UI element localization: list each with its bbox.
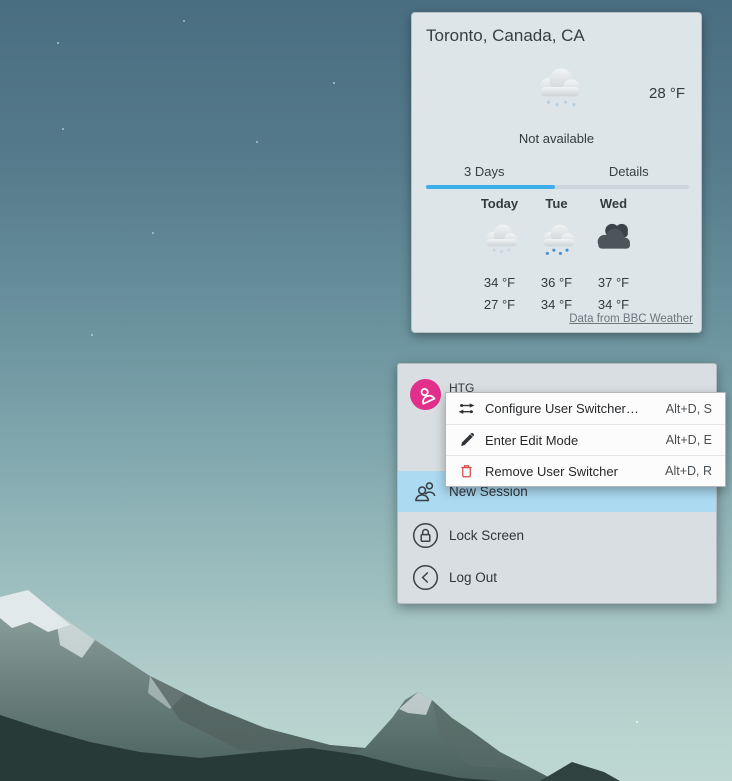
star-speck bbox=[152, 232, 154, 234]
weather-attribution-link[interactable]: Data from BBC Weather bbox=[569, 313, 693, 325]
session-item-label: Log Out bbox=[449, 570, 498, 585]
forecast-high-temp: 36 °F bbox=[540, 275, 573, 290]
new-session-icon bbox=[411, 478, 439, 506]
weather-location-title: Toronto, Canada, CA bbox=[426, 26, 585, 45]
menu-item-remove-user-switcher[interactable]: Remove User Switcher Alt+D, R bbox=[446, 455, 725, 486]
session-item-label: Lock Screen bbox=[449, 527, 525, 543]
star-speck bbox=[333, 82, 335, 84]
menu-item-enter-edit-mode[interactable]: Enter Edit Mode Alt+D, E bbox=[446, 424, 725, 455]
forecast-high-temp: 34 °F bbox=[483, 275, 516, 290]
session-item-lock-screen[interactable]: Lock Screen bbox=[398, 515, 716, 555]
tab-details[interactable]: Details bbox=[557, 160, 702, 184]
logout-icon bbox=[411, 564, 439, 592]
menu-item-configure-user-switcher[interactable]: Configure User Switcher… Alt+D, S bbox=[446, 393, 725, 424]
forecast-high-temp: 37 °F bbox=[597, 275, 630, 290]
star-speck bbox=[91, 334, 93, 336]
weather-tab-bar: 3 Days Details bbox=[412, 160, 701, 184]
session-item-log-out[interactable]: Log Out bbox=[398, 557, 716, 598]
current-condition: Not available bbox=[518, 131, 595, 146]
forecast-column-today: Today 34 °F 27 °F bbox=[471, 195, 528, 317]
current-weather-snow-cloud-icon bbox=[530, 63, 584, 111]
menu-item-label: Enter Edit Mode bbox=[485, 432, 579, 448]
edit-icon bbox=[458, 432, 475, 449]
menu-item-label: Configure User Switcher… bbox=[485, 401, 639, 416]
forecast-table: Today 34 °F 27 °F Tue 36 °F 34 °F Wed 37… bbox=[471, 195, 642, 317]
forecast-day-label: Tue bbox=[545, 196, 568, 211]
lock-icon bbox=[411, 521, 439, 549]
menu-item-shortcut: Alt+D, R bbox=[665, 464, 712, 478]
forecast-column-tue: Tue 36 °F 34 °F bbox=[528, 195, 585, 317]
menu-item-label: Remove User Switcher bbox=[485, 463, 618, 479]
light-snow-cloud-icon bbox=[471, 215, 528, 263]
forecast-day-label: Today bbox=[480, 196, 519, 211]
star-speck bbox=[256, 141, 258, 143]
configure-icon bbox=[458, 400, 475, 417]
menu-item-shortcut: Alt+D, E bbox=[665, 433, 712, 447]
tab-underline-track bbox=[426, 185, 689, 189]
current-temperature: 28 °F bbox=[648, 85, 685, 102]
user-avatar[interactable] bbox=[410, 379, 441, 410]
forecast-day-label: Wed bbox=[599, 196, 628, 211]
star-speck bbox=[183, 20, 185, 22]
trash-icon bbox=[458, 463, 475, 480]
forecast-low-temp: 27 °F bbox=[483, 297, 516, 312]
tab-3-days[interactable]: 3 Days bbox=[412, 160, 557, 184]
snow-cloud-icon bbox=[528, 215, 585, 263]
star-speck bbox=[57, 42, 59, 44]
star-speck bbox=[62, 128, 64, 130]
menu-item-shortcut: Alt+D, S bbox=[665, 401, 712, 416]
weather-widget: Toronto, Canada, CA 28 °F Not available … bbox=[411, 12, 702, 333]
user-icon bbox=[416, 385, 436, 405]
forecast-column-wed: Wed 37 °F 34 °F bbox=[585, 195, 642, 317]
dark-clouds-icon bbox=[585, 215, 642, 263]
active-tab-underline bbox=[426, 185, 555, 189]
context-menu: Configure User Switcher… Alt+D, S Enter … bbox=[445, 392, 726, 487]
